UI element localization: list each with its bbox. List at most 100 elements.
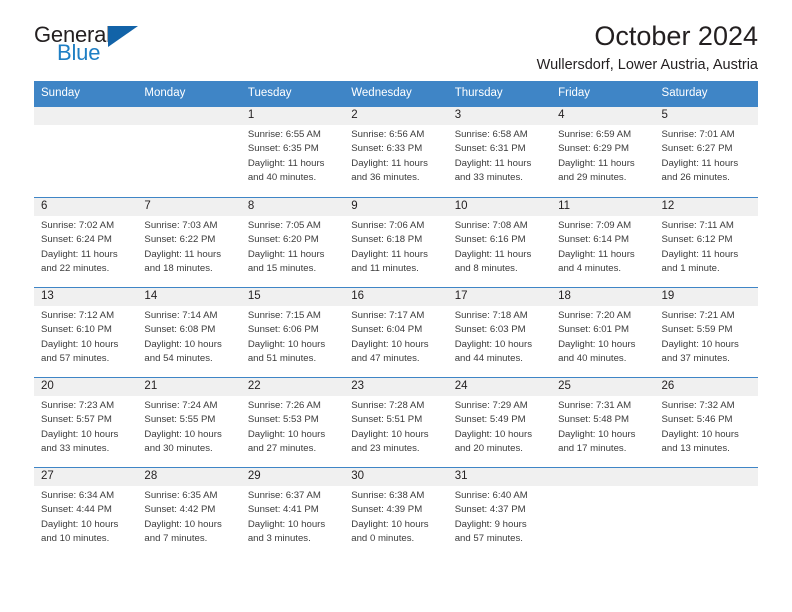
day-cell-17[interactable]: 17 Sunrise: 7:18 AM Sunset: 6:03 PM Dayligh… <box>447 287 552 377</box>
day-number <box>654 467 758 486</box>
day-sunset-text: Sunset: 5:51 PM <box>351 414 423 426</box>
day-sunrise-text: Sunrise: 7:15 AM <box>247 309 321 321</box>
day-number: 17 <box>447 287 552 306</box>
day-cell-23[interactable]: 23 Sunrise: 7:28 AM Sunset: 5:51 PM Dayligh… <box>344 377 448 467</box>
day-daylight1-text: Daylight: 10 hours <box>144 518 222 530</box>
day-number: 1 <box>240 106 345 125</box>
day-number: 8 <box>240 197 345 216</box>
day-cell-15[interactable]: 15 Sunrise: 7:15 AM Sunset: 6:06 PM Dayligh… <box>240 287 345 377</box>
day-cell-7[interactable]: 7 Sunrise: 7:03 AM Sunset: 6:22 PM Daylight… <box>137 197 241 287</box>
day-details: Sunrise: 6:38 AM Sunset: 4:39 PM Daylight:… <box>344 486 447 547</box>
day-cell-19[interactable]: 19 Sunrise: 7:21 AM Sunset: 5:59 PM Dayligh… <box>654 287 758 377</box>
day-daylight1-text: Daylight: 10 hours <box>41 428 119 440</box>
day-cell-20[interactable]: 20 Sunrise: 7:23 AM Sunset: 5:57 PM Dayligh… <box>34 377 138 467</box>
day-cell-14[interactable]: 14 Sunrise: 7:14 AM Sunset: 6:08 PM Dayligh… <box>137 287 241 377</box>
day-details: Sunrise: 6:58 AM Sunset: 6:31 PM Daylight:… <box>448 125 551 186</box>
day-sunset-text: Sunset: 6:18 PM <box>351 234 423 246</box>
day-number: 10 <box>447 197 552 216</box>
day-number: 27 <box>34 467 138 486</box>
day-sunrise-text: Sunrise: 6:55 AM <box>247 128 321 140</box>
calendar-weeks: 1 Sunrise: 6:55 AM Sunset: 6:35 PM Daylight… <box>34 106 758 557</box>
day-daylight1-text: Daylight: 9 hours <box>454 518 527 530</box>
day-cell-21[interactable]: 21 Sunrise: 7:24 AM Sunset: 5:55 PM Dayligh… <box>137 377 241 467</box>
day-cell-28[interactable]: 28 Sunrise: 6:35 AM Sunset: 4:42 PM Dayligh… <box>137 467 241 557</box>
day-details: Sunrise: 7:03 AM Sunset: 6:22 PM Daylight:… <box>137 216 240 277</box>
day-daylight1-text: Daylight: 10 hours <box>247 518 326 530</box>
day-cell-9[interactable]: 9 Sunrise: 7:06 AM Sunset: 6:18 PM Daylight… <box>344 197 448 287</box>
day-daylight1-text: Daylight: 10 hours <box>351 428 429 440</box>
day-details: Sunrise: 7:15 AM Sunset: 6:06 PM Daylight:… <box>241 306 344 367</box>
day-cell-3[interactable]: 3 Sunrise: 6:58 AM Sunset: 6:31 PM Daylight… <box>447 106 552 197</box>
day-daylight2-text: and 4 minutes. <box>558 263 622 275</box>
day-daylight1-text: Daylight: 10 hours <box>661 338 739 350</box>
day-daylight2-text: and 29 minutes. <box>558 172 627 184</box>
day-daylight2-text: and 15 minutes. <box>247 263 317 275</box>
day-cell-31[interactable]: 31 Sunrise: 6:40 AM Sunset: 4:37 PM Dayligh… <box>447 467 552 557</box>
day-cell-10[interactable]: 10 Sunrise: 7:08 AM Sunset: 6:16 PM Dayligh… <box>447 197 552 287</box>
page-title: October 2024 <box>594 21 758 51</box>
day-daylight1-text: Daylight: 11 hours <box>454 248 532 260</box>
day-cell-27[interactable]: 27 Sunrise: 6:34 AM Sunset: 4:44 PM Dayligh… <box>34 467 138 557</box>
day-daylight1-text: Daylight: 10 hours <box>351 518 429 530</box>
day-daylight2-text: and 0 minutes. <box>351 533 415 545</box>
day-sunrise-text: Sunrise: 7:12 AM <box>41 309 115 321</box>
day-cell-16[interactable]: 16 Sunrise: 7:17 AM Sunset: 6:04 PM Dayligh… <box>344 287 448 377</box>
day-number: 2 <box>344 106 448 125</box>
day-number: 30 <box>344 467 448 486</box>
day-details: Sunrise: 7:21 AM Sunset: 5:59 PM Daylight:… <box>655 306 758 367</box>
day-cell-1[interactable]: 1 Sunrise: 6:55 AM Sunset: 6:35 PM Daylight… <box>240 106 345 197</box>
day-daylight2-text: and 40 minutes. <box>558 353 627 365</box>
day-sunrise-text: Sunrise: 7:24 AM <box>144 399 218 411</box>
calendar-page: General Blue October 2024 Wullersdorf, L… <box>0 0 792 612</box>
day-cell-30[interactable]: 30 Sunrise: 6:38 AM Sunset: 4:39 PM Dayligh… <box>344 467 448 557</box>
day-cell-18[interactable]: 18 Sunrise: 7:20 AM Sunset: 6:01 PM Dayligh… <box>551 287 655 377</box>
day-sunset-text: Sunset: 6:12 PM <box>661 234 733 246</box>
day-cell-26[interactable]: 26 Sunrise: 7:32 AM Sunset: 5:46 PM Dayligh… <box>654 377 758 467</box>
day-sunset-text: Sunset: 6:29 PM <box>558 143 630 155</box>
day-cell-29[interactable]: 29 Sunrise: 6:37 AM Sunset: 4:41 PM Dayligh… <box>240 467 345 557</box>
day-cell-4[interactable]: 4 Sunrise: 6:59 AM Sunset: 6:29 PM Daylight… <box>551 106 655 197</box>
day-number: 7 <box>137 197 241 216</box>
day-daylight1-text: Daylight: 10 hours <box>454 338 533 350</box>
weekday-header-saturday: Saturday <box>661 87 708 99</box>
day-cell-24[interactable]: 24 Sunrise: 7:29 AM Sunset: 5:49 PM Dayligh… <box>447 377 552 467</box>
day-cell-22[interactable]: 22 Sunrise: 7:26 AM Sunset: 5:53 PM Dayligh… <box>240 377 345 467</box>
day-sunrise-text: Sunrise: 7:31 AM <box>558 399 632 411</box>
day-cell-12[interactable]: 12 Sunrise: 7:11 AM Sunset: 6:12 PM Dayligh… <box>654 197 758 287</box>
day-cell-5[interactable]: 5 Sunrise: 7:01 AM Sunset: 6:27 PM Daylight… <box>654 106 758 197</box>
day-cell-6[interactable]: 6 Sunrise: 7:02 AM Sunset: 6:24 PM Daylight… <box>34 197 138 287</box>
day-details: Sunrise: 7:17 AM Sunset: 6:04 PM Daylight:… <box>344 306 447 367</box>
day-daylight2-text: and 40 minutes. <box>247 172 317 184</box>
day-details: Sunrise: 6:55 AM Sunset: 6:35 PM Daylight:… <box>241 125 344 186</box>
day-sunrise-text: Sunrise: 6:58 AM <box>454 128 528 140</box>
calendar-week-row: 27 Sunrise: 6:34 AM Sunset: 4:44 PM Dayligh… <box>34 466 758 557</box>
day-sunset-text: Sunset: 5:49 PM <box>454 414 526 426</box>
day-number: 31 <box>447 467 552 486</box>
day-sunrise-text: Sunrise: 7:26 AM <box>247 399 321 411</box>
day-daylight2-text: and 33 minutes. <box>454 172 523 184</box>
day-sunrise-text: Sunrise: 7:01 AM <box>661 128 735 140</box>
day-cell-2[interactable]: 2 Sunrise: 6:56 AM Sunset: 6:33 PM Daylight… <box>344 106 448 197</box>
day-daylight1-text: Daylight: 10 hours <box>454 428 533 440</box>
title-block: October 2024 Wullersdorf, Lower Austria,… <box>536 21 758 74</box>
day-sunrise-text: Sunrise: 7:20 AM <box>558 309 632 321</box>
day-daylight2-text: and 57 minutes. <box>454 533 523 545</box>
day-cell-13[interactable]: 13 Sunrise: 7:12 AM Sunset: 6:10 PM Dayligh… <box>34 287 138 377</box>
day-details: Sunrise: 7:31 AM Sunset: 5:48 PM Daylight:… <box>551 396 654 457</box>
page-subtitle: Wullersdorf, Lower Austria, Austria <box>536 57 758 74</box>
day-details: Sunrise: 7:11 AM Sunset: 6:12 PM Daylight:… <box>655 216 758 277</box>
day-details: Sunrise: 7:02 AM Sunset: 6:24 PM Daylight:… <box>34 216 137 277</box>
day-number: 14 <box>137 287 241 306</box>
day-number: 9 <box>344 197 448 216</box>
brand-logo[interactable]: General Blue <box>34 22 142 70</box>
weekday-header-friday: Friday <box>558 87 591 99</box>
day-cell-8[interactable]: 8 Sunrise: 7:05 AM Sunset: 6:20 PM Daylight… <box>240 197 345 287</box>
day-daylight1-text: Daylight: 11 hours <box>661 157 739 169</box>
day-daylight2-text: and 27 minutes. <box>247 443 317 455</box>
day-number: 23 <box>344 377 448 396</box>
weekday-header-sunday: Sunday <box>41 87 81 99</box>
day-daylight1-text: Daylight: 11 hours <box>661 248 739 260</box>
day-cell-11[interactable]: 11 Sunrise: 7:09 AM Sunset: 6:14 PM Dayligh… <box>551 197 655 287</box>
day-cell-25[interactable]: 25 Sunrise: 7:31 AM Sunset: 5:48 PM Dayligh… <box>551 377 655 467</box>
day-number: 6 <box>34 197 138 216</box>
